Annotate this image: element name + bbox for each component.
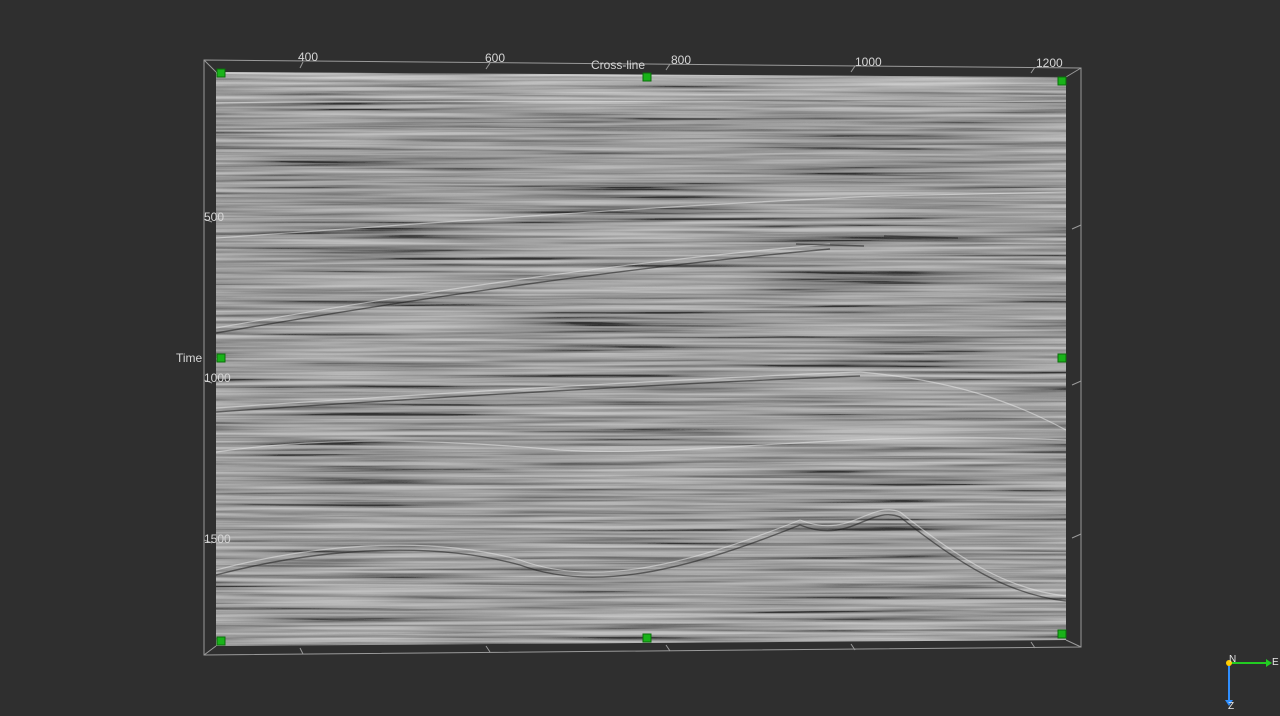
left-tick-label: 1500 <box>204 532 231 546</box>
3d-viewport[interactable]: 400 600 800 1000 1200 Cross-line Time 50… <box>0 0 1280 716</box>
top-tick-label: 1000 <box>855 55 882 69</box>
right-axis-ticks <box>1071 224 1082 539</box>
left-tick-label: 500 <box>204 210 224 224</box>
orientation-compass: N E Z <box>1225 654 1279 712</box>
top-tick-label: 800 <box>671 53 691 67</box>
top-tick-label: 1200 <box>1036 56 1063 70</box>
handle-middle-left[interactable] <box>216 353 226 363</box>
handle-bottom-center[interactable] <box>642 633 652 643</box>
handle-top-right[interactable] <box>1057 76 1067 86</box>
handle-bottom-left[interactable] <box>216 636 226 646</box>
left-axis-title: Time <box>176 351 203 365</box>
compass-north-label: N <box>1229 654 1236 665</box>
seismic-section[interactable] <box>216 72 1066 646</box>
compass-east-label: E <box>1272 657 1279 668</box>
left-tick-label: 1000 <box>204 371 231 385</box>
top-axis-title: Cross-line <box>591 58 645 72</box>
handle-top-center[interactable] <box>642 72 652 82</box>
handle-middle-right[interactable] <box>1057 353 1067 363</box>
handle-bottom-right[interactable] <box>1057 629 1067 639</box>
top-axis-ticks <box>299 61 1036 74</box>
top-tick-label: 400 <box>298 50 318 64</box>
compass-down-label: Z <box>1228 701 1234 712</box>
handle-top-left[interactable] <box>216 68 226 78</box>
top-tick-label: 600 <box>485 51 505 65</box>
